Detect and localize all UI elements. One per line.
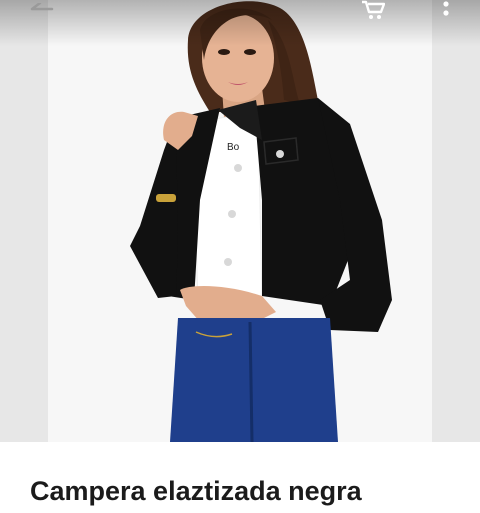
cart-button[interactable] xyxy=(360,0,386,20)
more-vert-icon xyxy=(443,1,449,16)
product-photo: Bo xyxy=(130,1,392,442)
product-title: Campera elaztizada negra xyxy=(30,476,362,506)
product-title-section: Campera elaztizada negra xyxy=(0,442,480,513)
arrow-back-icon xyxy=(30,3,54,11)
top-app-bar xyxy=(0,0,480,46)
shopping-cart-icon xyxy=(362,0,385,19)
shirt-print-text: Bo xyxy=(227,142,240,153)
more-options-button[interactable] xyxy=(436,0,456,20)
back-button[interactable] xyxy=(28,0,56,20)
product-image-area[interactable]: Bo xyxy=(0,0,480,442)
